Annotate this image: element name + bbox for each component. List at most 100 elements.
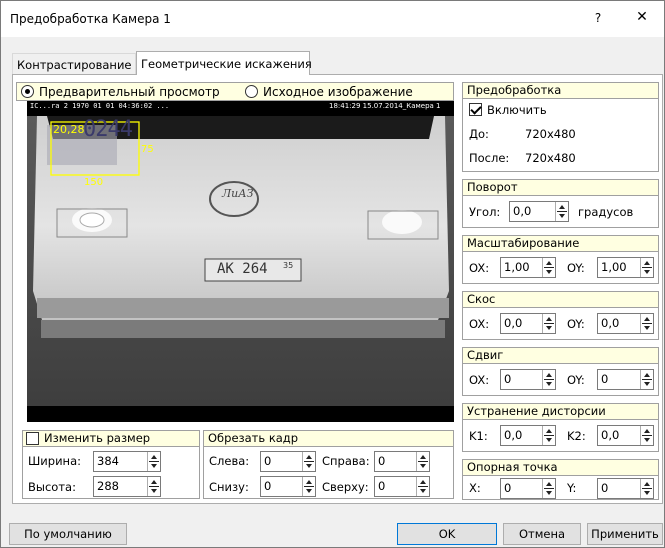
height-spinner[interactable]	[147, 477, 160, 496]
tab-page: Предварительный просмотр Исходное изобра…	[12, 74, 663, 504]
bus-brand-logo: ЛиАЗ	[222, 187, 254, 200]
skew-oy-value: 0,0	[601, 316, 620, 330]
original-radio-label: Исходное изображение	[263, 85, 413, 99]
crop-bottom-spinner[interactable]	[302, 477, 315, 496]
width-label: Ширина:	[28, 454, 81, 468]
roi-coords-label: 20,28	[53, 123, 85, 136]
ref-y-label: Y:	[567, 481, 577, 495]
skew-ox-value: 0,0	[504, 316, 523, 330]
ref-x-label: X:	[469, 481, 481, 495]
shift-ox-spinner[interactable]	[542, 370, 555, 389]
skew-ox-input[interactable]: 0,0	[500, 313, 556, 334]
ref-x-value: 0	[504, 481, 512, 495]
shift-ox-value: 0	[504, 372, 512, 386]
preview-radio-label: Предварительный просмотр	[39, 85, 220, 99]
crop-right-input[interactable]: 0	[374, 451, 430, 472]
enable-label: Включить	[487, 103, 547, 117]
apply-button[interactable]: Применить	[587, 523, 663, 545]
title-bar: Предобработка Камера 1 ? ✕	[1, 1, 664, 37]
preprocess-header: Предобработка	[462, 82, 659, 99]
shift-ox-input[interactable]: 0	[500, 369, 556, 390]
roi-width-label: 150	[84, 177, 104, 188]
crop-bottom-value: 0	[264, 479, 272, 493]
crop-top-label: Сверху:	[322, 480, 369, 494]
preview-radio[interactable]	[21, 85, 34, 98]
scale-oy-spinner[interactable]	[640, 258, 653, 277]
distortion-group: K1: 0,0 K2: 0,0	[462, 419, 659, 452]
crop-bottom-label: Снизу:	[209, 480, 249, 494]
skew-header: Скос	[462, 291, 659, 308]
shift-oy-spinner[interactable]	[640, 370, 653, 389]
crop-group: Слева: 0 Справа: 0 Снизу: 0 Сверху: 0	[203, 446, 454, 499]
skew-oy-spinner[interactable]	[640, 314, 653, 333]
crop-top-spinner[interactable]	[416, 477, 429, 496]
k1-value: 0,0	[504, 428, 523, 442]
overlay-text-right: 18:41:29 15.07.2014_Камера 1	[329, 102, 441, 110]
k2-input[interactable]: 0,0	[597, 425, 654, 446]
shift-header: Сдвиг	[462, 347, 659, 364]
preview-image[interactable]: IC...ra 2 1970 01 01 04:36:02 ... 18:41:…	[27, 101, 454, 422]
ref-y-input[interactable]: 0	[597, 478, 654, 499]
tab-contrast[interactable]: Контрастирование	[12, 53, 136, 75]
cancel-button[interactable]: Отмена	[503, 523, 581, 545]
after-value: 720x480	[525, 151, 576, 165]
ref-point-header: Опорная точка	[462, 459, 659, 476]
crop-header: Обрезать кадр	[203, 430, 454, 447]
tab-geometric-distortions[interactable]: Геометрические искажения	[136, 51, 312, 75]
bus-number: 0244	[83, 117, 133, 142]
k1-spinner[interactable]	[542, 426, 555, 445]
resize-checkbox[interactable]	[26, 432, 39, 445]
preview-mode-header: Предварительный просмотр Исходное изобра…	[16, 82, 454, 101]
crop-left-input[interactable]: 0	[260, 451, 316, 472]
help-button[interactable]: ?	[583, 11, 613, 25]
shift-ox-label: OX:	[469, 373, 490, 387]
k1-label: K1:	[469, 429, 488, 443]
shift-oy-value: 0	[601, 372, 609, 386]
after-label: После:	[469, 151, 510, 165]
angle-spinner[interactable]	[555, 202, 568, 221]
height-value: 288	[97, 479, 119, 493]
ref-point-group: X: 0 Y: 0	[462, 475, 659, 500]
defaults-button[interactable]: По умолчанию	[9, 523, 127, 545]
skew-ox-spinner[interactable]	[542, 314, 555, 333]
width-spinner[interactable]	[147, 452, 160, 471]
ok-button[interactable]: OK	[397, 523, 497, 545]
original-radio[interactable]	[245, 85, 258, 98]
angle-unit: градусов	[578, 205, 634, 219]
before-value: 720x480	[525, 127, 576, 141]
close-button[interactable]: ✕	[627, 9, 657, 25]
scale-header: Масштабирование	[462, 235, 659, 252]
skew-oy-input[interactable]: 0,0	[597, 313, 654, 334]
preprocess-group: Включить До: 720x480 После: 720x480	[462, 98, 659, 172]
crop-top-input[interactable]: 0	[374, 476, 430, 497]
k2-label: K2:	[567, 429, 586, 443]
width-input[interactable]: 384	[93, 451, 161, 472]
height-input[interactable]: 288	[93, 476, 161, 497]
scale-ox-input[interactable]: 1,00	[500, 257, 556, 278]
scale-ox-spinner[interactable]	[542, 258, 555, 277]
crop-left-spinner[interactable]	[302, 452, 315, 471]
license-plate-region: 35	[283, 261, 294, 270]
roi-height-label: 75	[141, 144, 154, 155]
crop-left-label: Слева:	[209, 454, 250, 468]
resize-checkbox-label: Изменить размер	[44, 431, 151, 445]
k2-spinner[interactable]	[640, 426, 653, 445]
k1-input[interactable]: 0,0	[500, 425, 556, 446]
scale-oy-input[interactable]: 1,00	[597, 257, 654, 278]
crop-right-value: 0	[378, 454, 386, 468]
ref-x-spinner[interactable]	[542, 479, 555, 498]
distortion-header: Устранение дисторсии	[462, 403, 659, 420]
crop-right-label: Справа:	[322, 454, 370, 468]
overlay-text-left: IC...ra 2 1970 01 01 04:36:02 ...	[30, 102, 170, 110]
crop-right-spinner[interactable]	[416, 452, 429, 471]
scale-ox-value: 1,00	[504, 260, 530, 274]
ref-y-spinner[interactable]	[640, 479, 653, 498]
ref-x-input[interactable]: 0	[500, 478, 556, 499]
shift-oy-input[interactable]: 0	[597, 369, 654, 390]
before-label: До:	[469, 127, 489, 141]
k2-value: 0,0	[601, 428, 620, 442]
skew-oy-label: OY:	[567, 317, 585, 331]
enable-checkbox[interactable]	[469, 103, 482, 116]
angle-input[interactable]: 0,0	[509, 201, 569, 222]
crop-bottom-input[interactable]: 0	[260, 476, 316, 497]
